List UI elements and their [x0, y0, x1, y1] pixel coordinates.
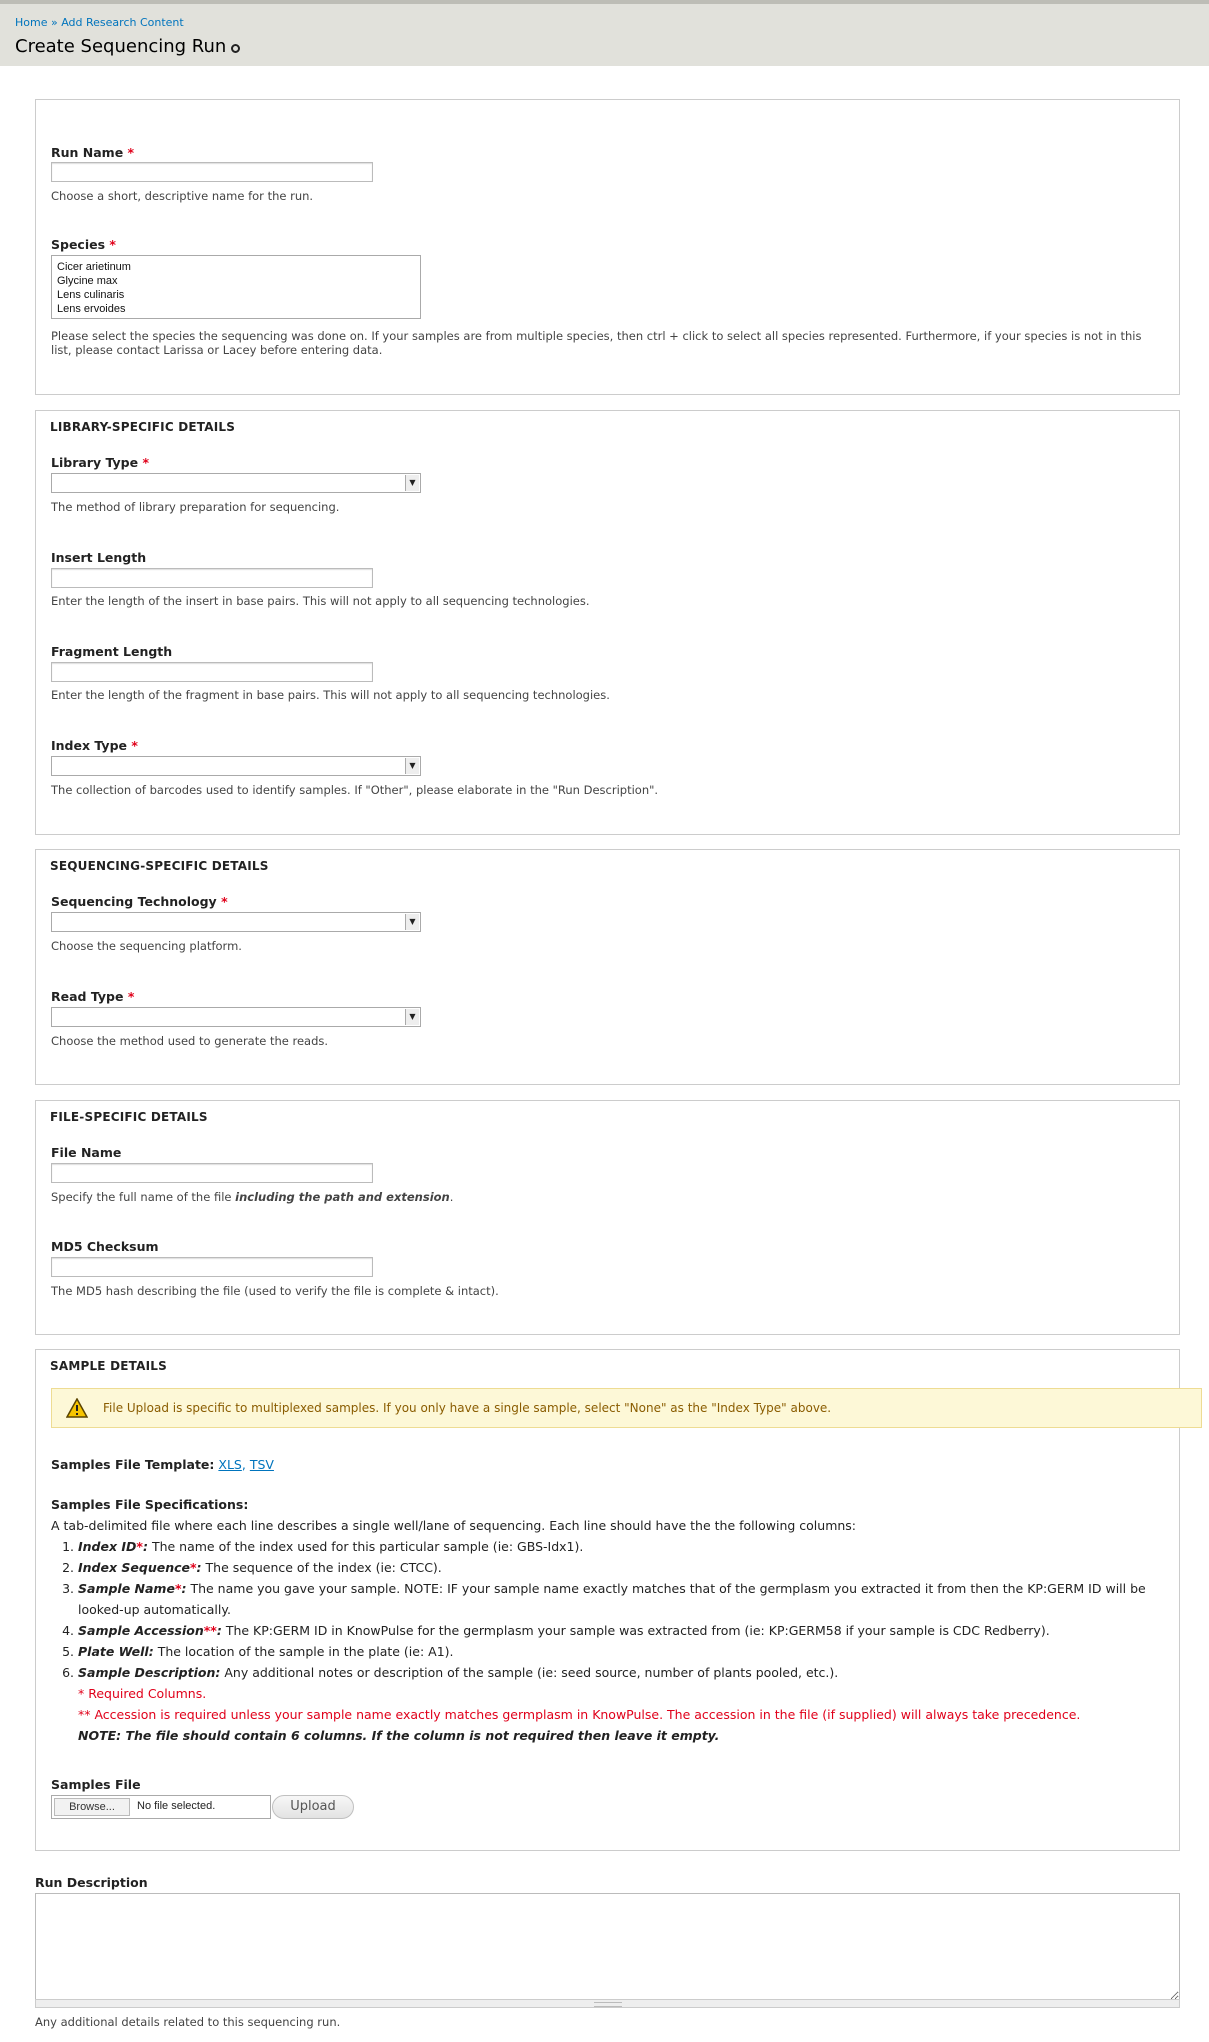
run-name-label: Run Name * — [51, 145, 135, 160]
warning-triangle-icon — [66, 1398, 88, 1418]
species-option[interactable]: Lens culinaris — [57, 288, 415, 302]
species-listbox[interactable]: Cicer arietinum Glycine max Lens culinar… — [51, 255, 421, 319]
library-legend: LIBRARY-SPECIFIC DETAILS — [50, 420, 236, 434]
file-name-label: File Name — [51, 1145, 122, 1160]
read-type-description: Choose the method used to generate the r… — [51, 1034, 329, 1048]
run-description-label: Run Description — [35, 1875, 148, 1890]
page-header: Home » Add Research Content Create Seque… — [0, 0, 1209, 66]
library-details-fieldset: LIBRARY-SPECIFIC DETAILS Library Type * … — [35, 410, 1180, 835]
list-item: Plate Well: The location of the sample i… — [78, 1641, 1171, 1662]
read-type-select[interactable]: ▼ — [51, 1007, 421, 1027]
chevron-down-icon: ▼ — [405, 475, 419, 491]
warning-text: File Upload is specific to multiplexed s… — [103, 1401, 832, 1415]
run-name-description: Choose a short, descriptive name for the… — [51, 189, 314, 203]
sequencing-technology-select[interactable]: ▼ — [51, 912, 421, 932]
species-option[interactable]: Cicer arietinum — [57, 260, 415, 274]
template-xls-link[interactable]: XLS — [218, 1457, 241, 1472]
list-item: Sample Name*: The name you gave your sam… — [78, 1578, 1171, 1620]
fragment-length-description: Enter the length of the fragment in base… — [51, 688, 610, 702]
chevron-down-icon: ▼ — [405, 1009, 419, 1025]
samples-file-specifications: Samples File Specifications: A tab-delim… — [51, 1494, 1171, 1746]
read-type-label: Read Type * — [51, 989, 135, 1004]
basic-details-fieldset: Run Name * Choose a short, descriptive n… — [35, 99, 1180, 395]
list-item: Index ID*: The name of the index used fo… — [78, 1536, 1171, 1557]
samples-file-input[interactable]: Browse... No file selected. — [51, 1795, 271, 1819]
warning-message: File Upload is specific to multiplexed s… — [51, 1388, 1202, 1428]
run-description-description: Any additional details related to this s… — [35, 2015, 341, 2029]
library-type-label: Library Type * — [51, 455, 149, 470]
file-legend: FILE-SPECIFIC DETAILS — [50, 1110, 208, 1124]
page-title: Create Sequencing Run — [15, 36, 227, 57]
md5-checksum-label: MD5 Checksum — [51, 1239, 159, 1254]
settings-icon[interactable] — [231, 44, 240, 53]
md5-checksum-description: The MD5 hash describing the file (used t… — [51, 1284, 499, 1298]
index-type-label: Index Type * — [51, 738, 138, 753]
file-name-input[interactable] — [51, 1163, 373, 1183]
spec-intro: A tab-delimited file where each line des… — [51, 1518, 857, 1533]
md5-checksum-input[interactable] — [51, 1257, 373, 1277]
sample-details-fieldset: SAMPLE DETAILS File Upload is specific t… — [35, 1349, 1202, 1851]
sequencing-technology-label: Sequencing Technology * — [51, 894, 228, 909]
samples-file-template: Samples File Template: XLS, TSV — [51, 1457, 274, 1472]
list-item: Sample Description: Any additional notes… — [78, 1662, 1171, 1683]
index-type-select[interactable]: ▼ — [51, 756, 421, 776]
species-label: Species * — [51, 237, 116, 252]
accession-note: ** Accession is required unless your sam… — [78, 1707, 1081, 1722]
fragment-length-label: Fragment Length — [51, 644, 173, 659]
breadcrumb: Home » Add Research Content — [15, 16, 184, 29]
file-name-description: Specify the full name of the file includ… — [51, 1190, 454, 1204]
index-type-description: The collection of barcodes used to ident… — [51, 783, 659, 797]
sequencing-legend: SEQUENCING-SPECIFIC DETAILS — [50, 859, 269, 873]
list-item: Sample Accession**: The KP:GERM ID in Kn… — [78, 1620, 1171, 1641]
library-type-description: The method of library preparation for se… — [51, 500, 340, 514]
sequencing-details-fieldset: SEQUENCING-SPECIFIC DETAILS Sequencing T… — [35, 849, 1180, 1085]
list-item: Index Sequence*: The sequence of the ind… — [78, 1557, 1171, 1578]
chevron-down-icon: ▼ — [405, 914, 419, 930]
browse-button[interactable]: Browse... — [54, 1798, 130, 1816]
fragment-length-input[interactable] — [51, 662, 373, 682]
upload-button[interactable]: Upload — [272, 1795, 354, 1819]
sample-legend: SAMPLE DETAILS — [50, 1359, 167, 1373]
breadcrumb-separator: » — [50, 16, 58, 29]
breadcrumb-add-research-content-link[interactable]: Add Research Content — [61, 16, 184, 29]
run-name-input[interactable] — [51, 162, 373, 182]
template-tsv-link[interactable]: TSV — [250, 1457, 274, 1472]
species-option[interactable]: Glycine max — [57, 274, 415, 288]
sequencing-technology-description: Choose the sequencing platform. — [51, 939, 242, 953]
chevron-down-icon: ▼ — [405, 758, 419, 774]
textarea-resize-grip[interactable] — [35, 1999, 1180, 2008]
run-description-textarea[interactable] — [35, 1893, 1180, 2001]
spec-title: Samples File Specifications: — [51, 1497, 249, 1512]
spec-column-list: Index ID*: The name of the index used fo… — [51, 1536, 1171, 1683]
breadcrumb-home-link[interactable]: Home — [15, 16, 47, 29]
insert-length-label: Insert Length — [51, 550, 147, 565]
no-file-text: No file selected. — [137, 1800, 216, 1812]
species-description: Please select the species the sequencing… — [51, 329, 1142, 357]
columns-note: NOTE: The file should contain 6 columns.… — [78, 1728, 720, 1743]
insert-length-description: Enter the length of the insert in base p… — [51, 594, 590, 608]
required-columns-note: * Required Columns. — [78, 1686, 207, 1701]
file-details-fieldset: FILE-SPECIFIC DETAILS File Name Specify … — [35, 1100, 1180, 1335]
library-type-select[interactable]: ▼ — [51, 473, 421, 493]
samples-file-label: Samples File — [51, 1777, 141, 1792]
species-option[interactable]: Lens ervoides — [57, 302, 415, 316]
insert-length-input[interactable] — [51, 568, 373, 588]
